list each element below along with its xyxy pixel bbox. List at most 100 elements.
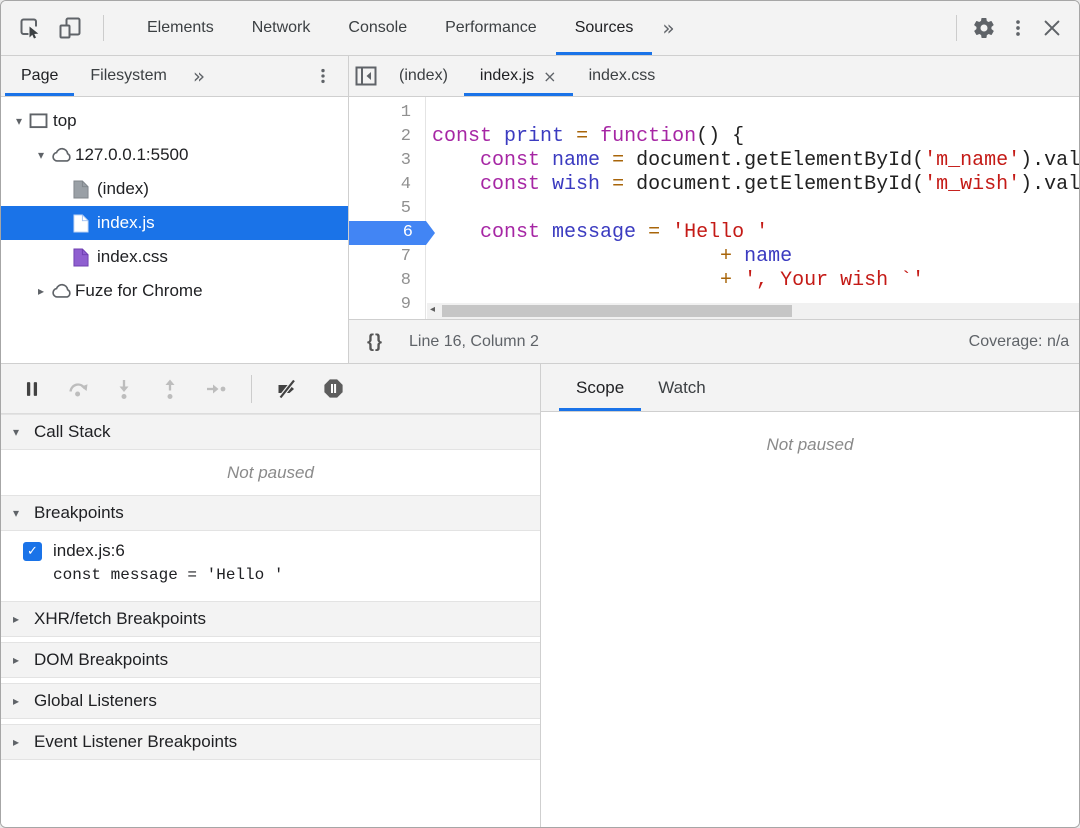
section-global-listeners[interactable]: ▸Global Listeners [1,683,540,719]
tab-scope[interactable]: Scope [559,364,641,411]
gutter-line-number[interactable]: 7 [349,245,425,269]
editor-status-bar: {} Line 16, Column 2 Coverage: n/a [349,319,1080,363]
tree-item-label: (index) [97,179,149,199]
doc-gray-icon [73,180,97,199]
code-line[interactable]: + name [432,245,1080,269]
section-call-stack[interactable]: ▾ Call Stack [1,414,540,450]
scroll-left-icon[interactable]: ◂ [430,304,435,315]
tab-filesystem[interactable]: Filesystem [74,56,182,96]
tree-item-127-0-0-1-5500[interactable]: ▾127.0.0.1:5500 [1,138,348,172]
code-line[interactable]: + ', Your wish `' [432,269,1080,293]
navigator-tabs: PageFilesystem [1,56,183,96]
tree-item-index-js[interactable]: index.js [1,206,348,240]
expand-arrow-icon[interactable]: ▸ [31,284,51,298]
cloud-icon [51,147,75,163]
tab-watch[interactable]: Watch [641,364,723,411]
horizontal-scrollbar[interactable]: ◂ ▸ [427,303,1080,319]
step-over-icon[interactable] [65,376,91,402]
tree-item-index-css[interactable]: index.css [1,240,348,274]
section-title: Event Listener Breakpoints [34,732,237,752]
gutter-line-number[interactable]: 1 [349,101,425,125]
tree-item-index[interactable]: (index) [1,172,348,206]
collapse-arrow-icon[interactable]: ▾ [9,114,29,128]
breakpoint-entry[interactable]: ✓index.js:6const message = 'Hello ' [1,531,540,596]
code-line[interactable] [432,197,1080,221]
tree-item-top[interactable]: ▾ top [1,104,348,138]
tab-page[interactable]: Page [5,56,74,96]
scope-watch-tabs: ScopeWatch [541,364,1079,412]
cloud-icon [51,283,75,299]
gutter-line-number[interactable]: 4 [349,173,425,197]
scope-not-paused-message: Not paused [541,412,1079,455]
tree-item-label: index.css [97,247,168,267]
more-navigator-tabs-icon[interactable]: » [183,64,215,88]
tree-item-label: top [53,111,77,131]
gutter-line-number[interactable]: 5 [349,197,425,221]
expand-arrow-icon: ▸ [13,694,25,708]
step-into-icon[interactable] [111,376,137,402]
code-content[interactable]: const print = function() { const name = … [426,97,1080,319]
tab-sources[interactable]: Sources [556,1,653,55]
device-toolbar-icon[interactable] [53,11,87,45]
pause-on-exceptions-icon[interactable] [320,376,346,402]
tab-elements[interactable]: Elements [128,1,233,55]
settings-gear-icon[interactable] [967,11,1001,45]
more-panels-icon[interactable]: » [652,16,684,40]
scope-pane: ScopeWatch Not paused [541,364,1079,827]
line-number-gutter[interactable]: 123456789 [349,97,426,319]
cursor-position: Line 16, Column 2 [409,333,539,351]
tab-network[interactable]: Network [233,1,330,55]
panel-tabs: ElementsNetworkConsolePerformanceSources [128,1,652,55]
separator [251,375,252,403]
kebab-menu-icon[interactable] [306,59,340,93]
section-breakpoints[interactable]: ▾Breakpoints [1,495,540,531]
code-line[interactable]: const print = function() { [432,125,1080,149]
gutter-line-number[interactable]: 8 [349,269,425,293]
step-icon[interactable] [203,376,229,402]
code-area[interactable]: 123456789 const print = function() { con… [349,97,1080,319]
code-line[interactable]: const message = 'Hello ' [432,221,1080,245]
expand-arrow-icon: ▸ [13,735,25,749]
deactivate-breakpoints-icon[interactable] [274,376,300,402]
editor-tabs: (index)index.js× index.css [383,56,671,96]
breakpoint-marker[interactable]: 6 [349,221,435,245]
not-paused-message: Not paused [1,450,540,495]
tab-console[interactable]: Console [329,1,426,55]
pause-icon[interactable] [19,376,45,402]
debugger-area: ▾Call StackNot paused▾Breakpoints✓index.… [1,363,1079,827]
section-title: DOM Breakpoints [34,650,168,670]
pretty-print-icon[interactable]: {} [349,331,383,352]
section-xhr-fetch-breakpoints[interactable]: ▸XHR/fetch Breakpoints [1,601,540,637]
hide-navigator-icon[interactable] [349,59,383,93]
gutter-line-number[interactable]: 2 [349,125,425,149]
sources-upper-area: ▾ top ▾127.0.0.1:5500 (index) index.js index.… [1,97,1079,363]
separator [103,15,104,41]
close-tab-icon[interactable]: × [543,67,556,86]
gutter-line-number[interactable]: 3 [349,149,425,173]
section-dom-breakpoints[interactable]: ▸DOM Breakpoints [1,642,540,678]
collapse-arrow-icon[interactable]: ▾ [31,148,51,162]
section-title: Call Stack [34,422,111,442]
editor-tab-index[interactable]: (index) [383,56,464,96]
scrollbar-thumb[interactable] [442,305,792,317]
inspect-icon[interactable] [13,11,47,45]
debugger-sidebar: ▾ Call Stack Not paused▾Breakpoints✓index.… [1,364,541,827]
breakpoint-checkbox[interactable]: ✓ [23,542,42,561]
collapse-arrow-icon: ▾ [13,425,25,439]
frame-icon [29,113,53,129]
close-icon[interactable] [1035,11,1069,45]
step-out-icon[interactable] [157,376,183,402]
kebab-menu-icon[interactable] [1001,11,1035,45]
gutter-line-number[interactable]: 9 [349,293,425,317]
editor-tab-index-js[interactable]: index.js× [464,56,573,96]
editor-tab-label: index.css [589,67,656,85]
tab-performance[interactable]: Performance [426,1,556,55]
tree-item-label: Fuze for Chrome [75,281,203,301]
editor-tab-index-css[interactable]: index.css [573,56,672,96]
tree-item-fuze-for-chrome[interactable]: ▸ Fuze for Chrome [1,274,348,308]
section-event-listener-breakpoints[interactable]: ▸ Event Listener Breakpoints [1,724,540,760]
code-line[interactable] [432,101,1080,125]
code-line[interactable]: const wish = document.getElementById('m_… [432,173,1080,197]
separator [956,15,957,41]
code-line[interactable]: const name = document.getElementById('m_… [432,149,1080,173]
